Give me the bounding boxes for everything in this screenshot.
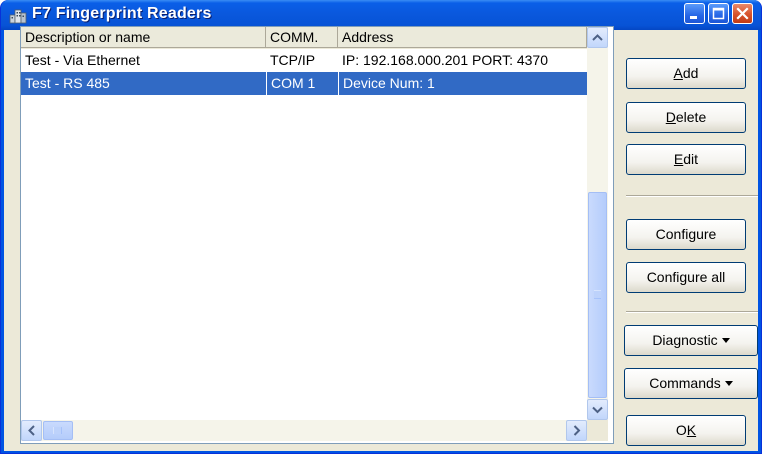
scroll-down-button[interactable] — [587, 399, 608, 420]
button-label: Configure all — [646, 269, 726, 285]
vertical-scroll-thumb[interactable] — [588, 192, 607, 398]
mnemonic: A — [673, 65, 683, 81]
button-label: O — [675, 422, 687, 438]
row-comm: TCP/IP — [270, 52, 316, 68]
readers-list[interactable]: Description or name COMM. Address Test -… — [20, 26, 614, 444]
chevron-right-icon — [573, 425, 581, 436]
button-label: Configure — [655, 226, 717, 242]
minimize-icon — [690, 16, 697, 19]
grip-icon — [594, 290, 601, 299]
table-row[interactable]: Test - Via Ethernet TCP/IP IP: 192.168.0… — [21, 49, 587, 72]
row-name: Test - Via Ethernet — [25, 52, 140, 68]
chevron-left-icon — [28, 425, 35, 436]
add-button[interactable]: Add — [626, 58, 746, 89]
mnemonic: E — [673, 151, 684, 167]
row-comm: COM 1 — [266, 72, 338, 95]
button-label: dit — [683, 151, 699, 167]
close-icon — [736, 7, 749, 20]
minimize-button[interactable] — [684, 3, 705, 24]
column-header-description[interactable]: Description or name — [21, 27, 266, 48]
configure-button[interactable]: Configure — [626, 219, 746, 250]
scroll-left-button[interactable] — [21, 420, 42, 441]
fingerprint-app-icon — [9, 6, 27, 24]
delete-button[interactable]: Delete — [626, 102, 746, 133]
list-header: Description or name COMM. Address — [21, 27, 587, 49]
diagnostic-button[interactable]: Diagnostic — [624, 325, 758, 356]
separator — [626, 195, 758, 197]
scrollbar-corner — [587, 420, 608, 441]
mnemonic: D — [665, 109, 676, 125]
horizontal-scrollbar[interactable] — [21, 420, 587, 441]
main-window: F7 Fingerprint Readers Description or na… — [0, 0, 762, 454]
scroll-right-button[interactable] — [566, 420, 587, 441]
dropdown-arrow-icon — [724, 380, 733, 386]
button-label: Commands — [649, 375, 721, 391]
chevron-down-icon — [592, 406, 603, 414]
chevron-up-icon — [592, 34, 603, 41]
button-label: elete — [675, 109, 707, 125]
dropdown-arrow-icon — [721, 337, 730, 343]
button-label: Diagnostic — [652, 332, 718, 348]
row-address: IP: 192.168.000.201 PORT: 4370 — [342, 52, 549, 68]
grip-icon — [53, 427, 62, 434]
separator — [626, 311, 758, 313]
commands-button[interactable]: Commands — [624, 368, 758, 399]
horizontal-scroll-thumb[interactable] — [43, 421, 73, 440]
maximize-button[interactable] — [708, 3, 729, 24]
scroll-up-button[interactable] — [587, 27, 608, 48]
column-header-comm[interactable]: COMM. — [266, 27, 338, 48]
ok-button[interactable]: OK — [626, 415, 746, 446]
window-title: F7 Fingerprint Readers — [32, 5, 212, 22]
configure-all-button[interactable]: Configure all — [626, 262, 746, 293]
row-address: Device Num: 1 — [338, 72, 587, 95]
mnemonic: K — [686, 422, 697, 438]
close-button[interactable] — [732, 3, 753, 24]
vertical-scrollbar[interactable] — [587, 27, 608, 420]
table-row-selected[interactable]: Test - RS 485 COM 1 Device Num: 1 — [21, 72, 587, 95]
edit-button[interactable]: Edit — [626, 144, 746, 175]
maximize-icon — [712, 7, 725, 20]
column-header-address[interactable]: Address — [338, 27, 587, 48]
button-label: dd — [682, 65, 699, 81]
row-name: Test - RS 485 — [25, 75, 110, 91]
